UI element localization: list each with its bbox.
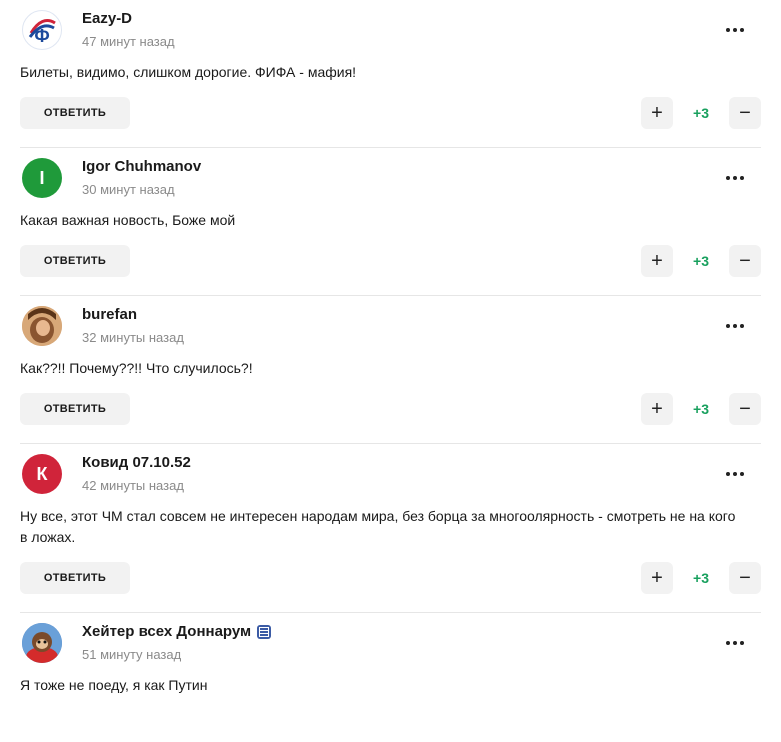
comment-time[interactable]: 32 минуты назад <box>82 330 184 345</box>
comment-header: К Ковид 07.10.52 42 минуты назад <box>20 444 761 500</box>
author-name[interactable]: Igor Chuhmanov <box>82 158 201 175</box>
reply-button[interactable]: ОТВЕТИТЬ <box>20 245 130 277</box>
comments-feed: Ф Eazy-D 47 минут назад Билеты, видимо, … <box>0 0 781 696</box>
minus-icon[interactable]: − <box>729 97 761 129</box>
comment-time[interactable]: 30 минут назад <box>82 182 175 197</box>
avatar[interactable]: I <box>22 158 62 198</box>
svg-text:Ф: Ф <box>34 26 49 46</box>
comment-item: Хейтер всех Доннарум 51 минуту назад Я т… <box>0 613 781 696</box>
vote-controls: + +3 − <box>641 245 761 277</box>
comment-item: К Ковид 07.10.52 42 минуты назад Ну все,… <box>0 444 781 594</box>
author-name[interactable]: Хейтер всех Доннарум <box>82 623 251 640</box>
avatar[interactable] <box>22 623 62 663</box>
minus-icon[interactable]: − <box>729 245 761 277</box>
comment-text: Как??!! Почему??!! Что случилось?! <box>20 360 253 376</box>
reply-button[interactable]: ОТВЕТИТЬ <box>20 97 130 129</box>
plus-icon[interactable]: + <box>641 393 673 425</box>
more-dots-icon[interactable] <box>723 18 747 42</box>
comment-actions: ОТВЕТИТЬ + +3 − <box>20 562 761 594</box>
avatar[interactable]: К <box>22 454 62 494</box>
plus-icon[interactable]: + <box>641 562 673 594</box>
comment-text: Ну все, этот ЧМ стал совсем не интересен… <box>20 508 736 545</box>
comment-item: Ф Eazy-D 47 минут назад Билеты, видимо, … <box>0 0 781 129</box>
comment-time[interactable]: 42 минуты назад <box>82 478 184 493</box>
reply-button[interactable]: ОТВЕТИТЬ <box>20 562 130 594</box>
plus-icon[interactable]: + <box>641 245 673 277</box>
user-photo-icon <box>22 623 62 663</box>
fsr-logo-icon: Ф <box>25 13 59 47</box>
comment-item: burefan 32 минуты назад Как??!! Почему??… <box>0 296 781 425</box>
avatar-letter: I <box>39 167 45 188</box>
more-dots-icon[interactable] <box>723 166 747 190</box>
club-badge-icon <box>257 624 272 639</box>
minus-icon[interactable]: − <box>729 393 761 425</box>
more-dots-icon[interactable] <box>723 631 747 655</box>
comment-header: burefan 32 минуты назад <box>20 296 761 352</box>
minus-icon[interactable]: − <box>729 562 761 594</box>
comment-text: Билеты, видимо, слишком дорогие. ФИФА - … <box>20 64 357 80</box>
score: +3 <box>693 401 709 417</box>
author-name[interactable]: burefan <box>82 306 137 323</box>
comment-actions: ОТВЕТИТЬ + +3 − <box>20 97 761 129</box>
score: +3 <box>693 105 709 121</box>
comment-header: Хейтер всех Доннарум 51 минуту назад <box>20 613 761 669</box>
avatar-letter: К <box>36 463 48 484</box>
author-name[interactable]: Ковид 07.10.52 <box>82 454 191 471</box>
comment-text: Какая важная новость, Боже мой <box>20 212 236 228</box>
more-dots-icon[interactable] <box>723 314 747 338</box>
comment-item: I Igor Chuhmanov 30 минут назад Какая ва… <box>0 148 781 277</box>
avatar[interactable] <box>22 306 62 346</box>
more-dots-icon[interactable] <box>723 462 747 486</box>
comment-time[interactable]: 47 минут назад <box>82 34 175 49</box>
vote-controls: + +3 − <box>641 393 761 425</box>
score: +3 <box>693 253 709 269</box>
comment-text: Я тоже не поеду, я как Путин <box>20 677 208 693</box>
reply-button[interactable]: ОТВЕТИТЬ <box>20 393 130 425</box>
author-name[interactable]: Eazy-D <box>82 10 132 27</box>
vote-controls: + +3 − <box>641 562 761 594</box>
avatar[interactable]: Ф <box>22 10 62 50</box>
comment-actions: ОТВЕТИТЬ + +3 − <box>20 393 761 425</box>
comment-header: I Igor Chuhmanov 30 минут назад <box>20 148 761 204</box>
comment-time[interactable]: 51 минуту назад <box>82 647 181 662</box>
score: +3 <box>693 570 709 586</box>
plus-icon[interactable]: + <box>641 97 673 129</box>
user-photo-icon <box>22 306 62 346</box>
vote-controls: + +3 − <box>641 97 761 129</box>
comment-header: Ф Eazy-D 47 минут назад <box>20 0 761 56</box>
comment-actions: ОТВЕТИТЬ + +3 − <box>20 245 761 277</box>
